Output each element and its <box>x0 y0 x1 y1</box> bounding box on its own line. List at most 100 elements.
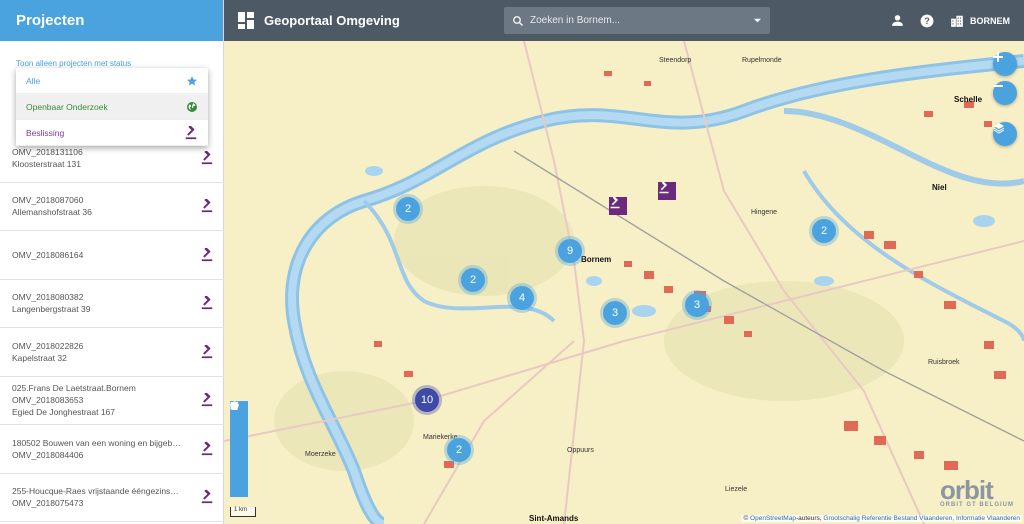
status-filter-label: Toon alleen projecten met status <box>16 59 132 68</box>
project-item[interactable]: 025.Frans De Laetstraat.Bornem OMV_20180… <box>0 377 224 425</box>
place-label: Hingene <box>751 209 778 216</box>
gavel-icon <box>201 393 213 407</box>
layers-icon <box>993 123 1005 134</box>
map-cluster[interactable]: 2 <box>812 219 836 243</box>
status-option-openbaar-onderzoek[interactable]: Openbaar Onderzoek <box>16 94 208 120</box>
map-view[interactable]: Steendorp Rupelmonde Schelle Niel Hingen… <box>224 41 1024 524</box>
gavel-icon <box>201 344 213 358</box>
gavel-icon <box>659 182 669 194</box>
map-cluster[interactable]: 4 <box>510 286 534 310</box>
project-name: 025.Frans De Laetstraat.Bornem <box>12 383 136 394</box>
zoom-in-button[interactable] <box>993 52 1017 76</box>
help-icon[interactable]: ? <box>920 14 934 28</box>
map-cluster[interactable]: 9 <box>558 239 582 263</box>
place-label: Moerzeke <box>305 451 336 458</box>
minus-icon <box>993 85 1003 87</box>
project-address: Kloosterstraat 131 <box>12 158 81 169</box>
project-id: OMV_2018131106 <box>12 146 83 157</box>
project-name: 180502 Bouwen van een woning en bijgebou… <box>12 437 182 448</box>
topbar-actions: ? BORNEM <box>891 0 1010 41</box>
project-id: OMV_2018022826 <box>12 340 84 351</box>
topbar: Geoportaal Omgeving Zoeken in Bornem... … <box>224 0 1024 41</box>
map-cluster[interactable]: 2 <box>461 268 485 292</box>
globe-icon <box>187 101 197 112</box>
search-input[interactable]: Zoeken in Bornem... <box>504 7 770 34</box>
search-placeholder: Zoeken in Bornem... <box>530 15 621 26</box>
place-label: Steendorp <box>659 57 692 64</box>
place-label: Rupelmonde <box>742 57 782 64</box>
project-item[interactable]: OMV_2018080382 Langenbergstraat 39 <box>0 280 224 328</box>
svg-text:?: ? <box>924 15 929 25</box>
trash-icon[interactable] <box>230 401 245 494</box>
gavel-icon <box>201 247 213 261</box>
sidebar: Projecten Toon alleen projecten met stat… <box>0 0 224 524</box>
logo-subtext: ORBIT GT BELGIUM <box>940 502 1014 508</box>
place-label: Oppuurs <box>567 447 594 454</box>
project-item[interactable]: OMV_2018022826 Kapelstraat 32 <box>0 328 224 377</box>
map-cluster[interactable]: 10 <box>415 388 439 412</box>
gavel-icon <box>201 441 213 455</box>
sidebar-title: Projecten <box>0 0 223 41</box>
draw-circle-icon[interactable] <box>230 401 245 456</box>
project-id: OMV_2018084406 <box>12 449 84 460</box>
user-icon[interactable] <box>891 14 904 27</box>
app-logo-icon <box>238 12 255 29</box>
project-id: OMV_2018075473 <box>12 498 84 509</box>
project-item[interactable]: 180502 Bouwen van een woning en bijgebou… <box>0 425 224 474</box>
project-address: Langenbergstraat 39 <box>12 304 91 315</box>
app-title: Geoportaal Omgeving <box>264 13 400 28</box>
grb-link[interactable]: Grootschalig Referentie Bestand Vlaander… <box>823 515 954 522</box>
gavel-icon <box>201 296 213 310</box>
project-address: Egied De Jonghestraat 167 <box>12 407 116 418</box>
project-item[interactable]: OMV_2018087060 Allemanshofstraat 36 <box>0 183 224 231</box>
place-label: Bornem <box>581 255 612 264</box>
status-option-beslissing[interactable]: Beslissing <box>16 120 208 146</box>
orbit-logo: orbit ORBIT GT BELGIUM <box>940 475 1014 508</box>
logo-text: orbit <box>940 475 994 505</box>
project-item[interactable]: OMV_2018086164 <box>0 231 224 280</box>
place-label: Sint-Amands <box>529 514 579 523</box>
project-address: Kapelstraat 32 <box>12 352 67 363</box>
gavel-icon <box>610 197 620 209</box>
place-label: Schelle <box>954 95 983 104</box>
beslissing-marker[interactable] <box>658 182 676 200</box>
place-label: Liezele <box>725 486 748 493</box>
layers-button[interactable] <box>993 122 1017 146</box>
iv-link[interactable]: Informatie Vlaanderen <box>956 515 1020 522</box>
attribution-prefix: © <box>743 515 749 522</box>
edit-icon[interactable] <box>230 401 245 475</box>
municipality-label[interactable]: BORNEM <box>970 16 1010 26</box>
project-id: OMV_2018086164 <box>12 249 84 260</box>
gavel-icon <box>201 199 213 213</box>
status-option-label: Openbaar Onderzoek <box>26 101 108 112</box>
scale-bar: 1 km <box>230 507 256 517</box>
gavel-icon <box>201 490 213 504</box>
map-cluster[interactable]: 2 <box>396 197 420 221</box>
status-option-alle[interactable]: Alle <box>16 68 208 94</box>
draw-toolbar <box>230 401 248 497</box>
project-list: OMV_2018131106 Kloosterstraat 131 OMV_20… <box>0 134 224 522</box>
map-cluster[interactable]: 2 <box>447 438 471 462</box>
osm-link[interactable]: OpenStreetMap <box>750 515 796 522</box>
zoom-out-button[interactable] <box>993 81 1017 105</box>
star-icon <box>187 75 197 86</box>
status-dropdown: Alle Openbaar Onderzoek Beslissing <box>16 68 208 146</box>
project-name: 255-Houcque-Raes vrijstaande ééngezinswo… <box>12 486 182 497</box>
place-label: Ruisbroek <box>928 359 960 366</box>
map-cluster[interactable]: 3 <box>603 301 627 325</box>
app: Projecten Toon alleen projecten met stat… <box>0 0 1024 524</box>
building-icon[interactable] <box>950 14 964 28</box>
caret-down-icon[interactable] <box>753 16 762 25</box>
plus-icon <box>993 52 1003 62</box>
project-id: OMV_2018080382 <box>12 292 84 303</box>
attribution-mid: -auteurs, <box>795 515 822 522</box>
map-attribution: © OpenStreetMap-auteurs, Grootschalig Re… <box>741 515 1022 522</box>
status-option-label: Alle <box>26 75 41 86</box>
map-cluster[interactable]: 3 <box>685 293 709 317</box>
project-id: OMV_2018087060 <box>12 195 84 206</box>
draw-polygon-icon[interactable] <box>230 401 245 437</box>
search-icon <box>513 15 523 26</box>
project-item[interactable]: 255-Houcque-Raes vrijstaande ééngezinswo… <box>0 474 224 522</box>
gavel-icon <box>201 150 213 164</box>
beslissing-marker[interactable] <box>609 197 627 215</box>
